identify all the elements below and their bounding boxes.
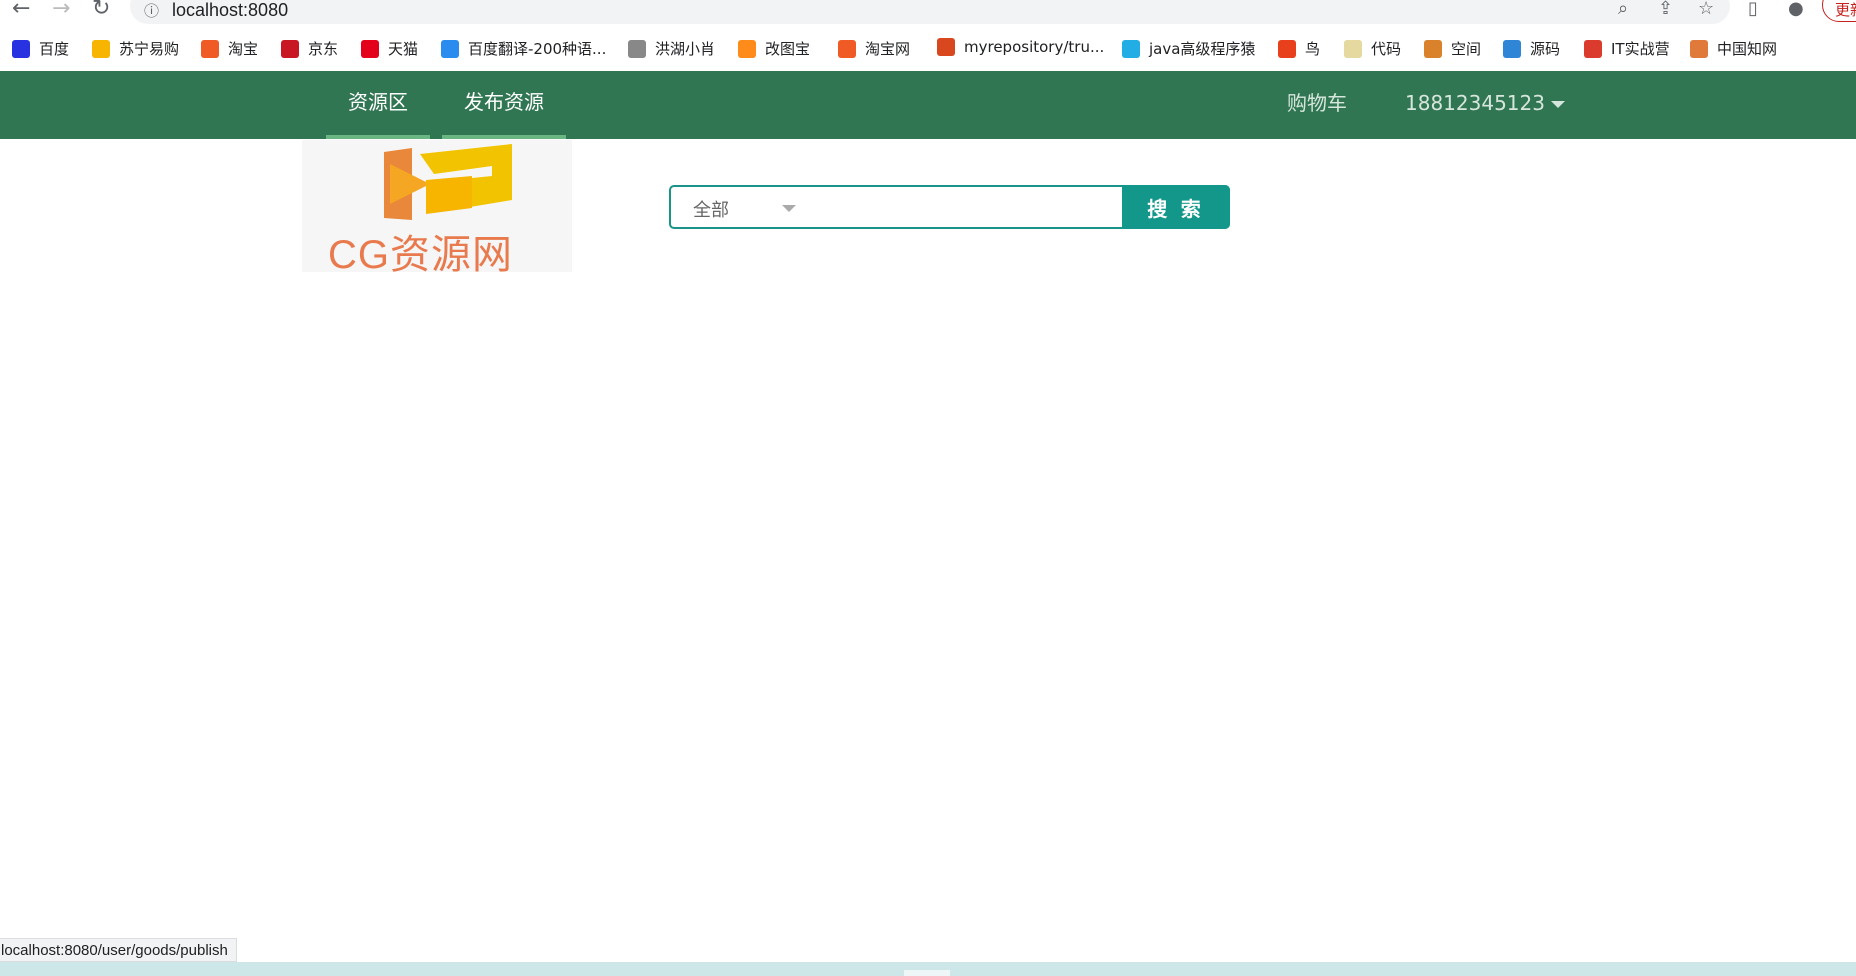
top-navbar: 资源区 发布资源 购物车 18812345123 [0, 71, 1856, 139]
bookmark-item[interactable]: 苏宁易购 [92, 38, 179, 59]
site-logo[interactable]: CG资源网 [302, 140, 572, 277]
profile-icon[interactable]: ● [1788, 0, 1804, 19]
bookmark-item[interactable]: 改图宝 [738, 38, 810, 59]
bookmark-item[interactable]: 天猫 [361, 38, 418, 59]
bookmark-item[interactable]: 代码 [1344, 38, 1401, 59]
category-select[interactable]: 全部 [693, 196, 729, 222]
bookmark-label: 京东 [308, 40, 339, 58]
repo-icon [937, 38, 955, 56]
search-input[interactable] [811, 189, 1121, 225]
bookmark-label: 鸟 [1305, 40, 1321, 58]
url-text[interactable]: localhost:8080 [172, 0, 288, 21]
tab-resources[interactable]: 资源区 [326, 71, 430, 139]
bookmark-item[interactable]: java高级程序猿 [1122, 38, 1255, 59]
bookmark-item[interactable]: 淘宝网 [838, 38, 910, 59]
user-name: 18812345123 [1405, 91, 1545, 115]
search-button[interactable]: 搜 索 [1122, 185, 1230, 229]
translate-icon [441, 39, 459, 58]
bookmark-label: 百度 [39, 40, 70, 58]
side-panel-icon[interactable]: ▯ [1748, 0, 1758, 19]
logo-text: CG资源网 [328, 233, 513, 277]
bookmark-label: 中国知网 [1717, 40, 1778, 58]
bookmark-label: 空间 [1451, 40, 1482, 58]
info-icon[interactable]: ⓘ [144, 0, 159, 21]
caret-down-icon [1550, 101, 1565, 108]
jd-icon [281, 39, 299, 58]
share-icon[interactable]: ⇪ [1658, 0, 1673, 19]
bookmark-label: 改图宝 [765, 40, 811, 58]
bookmark-item[interactable]: 鸟 [1278, 38, 1320, 59]
logo-graphic-icon [384, 144, 512, 220]
user-menu[interactable]: 18812345123 [1405, 71, 1565, 135]
zoom-icon[interactable]: ⌕ [1618, 0, 1628, 19]
taobao-icon [201, 39, 219, 58]
bookmark-label: 代码 [1371, 40, 1402, 58]
tab-publish[interactable]: 发布资源 [442, 71, 566, 139]
bookmark-item[interactable]: 百度翻译-200种语... [441, 38, 606, 59]
bookmark-label: 淘宝网 [865, 40, 911, 58]
baidu-icon [12, 39, 30, 58]
status-bar-url: localhost:8080/user/goods/publish [0, 938, 237, 962]
bookmark-label: java高级程序猿 [1149, 40, 1256, 58]
code-icon [1344, 39, 1362, 58]
back-icon[interactable]: ← [12, 0, 30, 21]
bookmark-item[interactable]: IT实战营 [1584, 38, 1670, 59]
bookmark-item[interactable]: 洪湖小肖 [628, 38, 715, 59]
star-icon[interactable]: ☆ [1698, 0, 1714, 19]
taobao-icon [838, 39, 856, 58]
bookmark-label: 洪湖小肖 [655, 40, 716, 58]
bookmark-item[interactable]: 淘宝 [201, 38, 258, 59]
address-bar[interactable]: ⓘ localhost:8080 [130, 0, 1730, 24]
source-icon [1503, 39, 1521, 58]
taskbar-item[interactable] [904, 970, 950, 976]
gaitubao-icon [738, 39, 756, 58]
bookmark-label: 百度翻译-200种语... [468, 40, 607, 58]
bookmark-label: 天猫 [388, 40, 419, 58]
chrome-icon [1584, 39, 1602, 58]
browser-toolbar: ← → ↻ ⓘ localhost:8080 ⌕ ⇪ ☆ ▯ ● 更新 [0, 0, 1856, 24]
bookmark-label: 源码 [1530, 40, 1561, 58]
cart-link[interactable]: 购物车 [1287, 71, 1347, 135]
suning-icon [92, 39, 110, 58]
bookmark-item[interactable]: 空间 [1424, 38, 1481, 59]
taskbar [0, 962, 1856, 976]
reload-icon[interactable]: ↻ [92, 0, 110, 21]
bookmark-label: IT实战营 [1611, 40, 1670, 58]
bookmark-label: 淘宝 [228, 40, 259, 58]
qzone-icon [1424, 39, 1442, 58]
cnki-icon [1690, 39, 1708, 58]
search-bar: 全部 搜 索 [669, 185, 1230, 229]
bookmark-item[interactable]: 百度 [12, 38, 69, 59]
bookmark-item[interactable]: 源码 [1503, 38, 1560, 59]
bookmark-label: myrepository/tru... [964, 38, 1105, 56]
bird-icon [1278, 39, 1296, 58]
bilibili-icon [1122, 39, 1140, 58]
bookmark-item[interactable]: myrepository/tru... [937, 38, 1104, 56]
tmall-icon [361, 39, 379, 58]
bookmark-label: 苏宁易购 [119, 40, 180, 58]
bookmark-item[interactable]: 中国知网 [1690, 38, 1777, 59]
chevron-down-icon[interactable] [782, 205, 796, 212]
forward-icon[interactable]: → [52, 0, 70, 21]
bookmarks-bar: 百度 苏宁易购 淘宝 京东 天猫 百度翻译-200种语... 洪湖小肖 改图宝 淘宝网 myrep… [0, 24, 1856, 71]
update-button[interactable]: 更新 [1822, 0, 1856, 22]
bird-icon [628, 39, 646, 58]
bookmark-item[interactable]: 京东 [281, 38, 338, 59]
